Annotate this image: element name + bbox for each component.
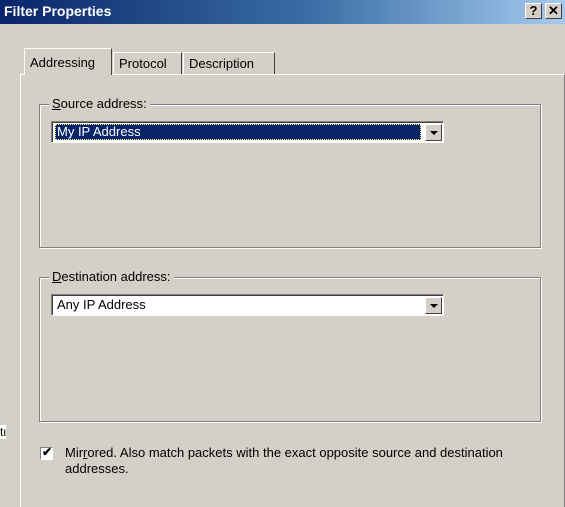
destination-address-group: Destination address: Any IP Address [39,269,541,422]
source-address-group: Source address: My IP Address [39,96,541,248]
checkmark-icon: ✔ [42,445,53,459]
background-text-fragment: tι [0,425,6,439]
help-button[interactable]: ? [525,3,542,19]
help-icon: ? [529,3,538,18]
chevron-down-icon [430,131,438,135]
destination-address-dropdown[interactable]: Any IP Address [51,294,444,316]
window-title: Filter Properties [4,3,112,19]
destination-address-label: Destination address: [49,269,174,284]
source-address-value: My IP Address [55,124,421,140]
tab-protocol[interactable]: Protocol [113,52,182,74]
mirrored-checkbox[interactable]: ✔ [40,445,53,460]
source-dropdown-button[interactable] [425,124,442,141]
destination-address-value: Any IP Address [57,297,146,312]
destination-dropdown-button[interactable] [425,297,442,314]
close-icon: ✕ [548,3,559,18]
filter-properties-dialog: Filter Properties ? ✕ Addressing Protoco… [0,0,565,507]
title-bar[interactable]: Filter Properties ? ✕ [0,0,565,24]
chevron-down-icon [430,304,438,308]
mirrored-label[interactable]: Mirrored. Also match packets with the ex… [65,445,525,477]
source-address-label: Source address: [49,96,150,111]
close-button[interactable]: ✕ [545,3,562,19]
source-address-dropdown[interactable]: My IP Address [51,121,444,143]
tab-addressing[interactable]: Addressing [24,48,112,75]
tab-description[interactable]: Description [183,52,275,74]
